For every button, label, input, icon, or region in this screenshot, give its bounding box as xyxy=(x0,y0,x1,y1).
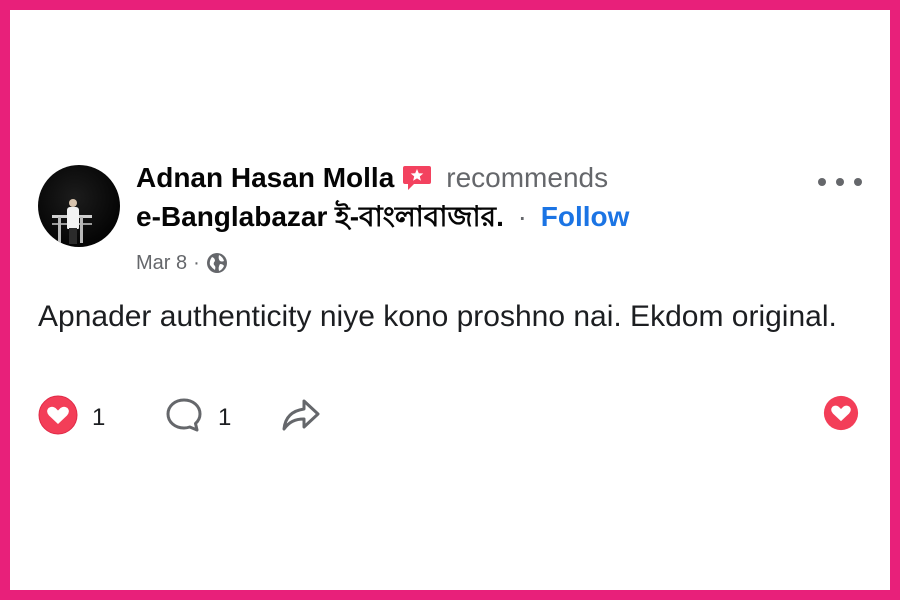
recommendation-badge-icon xyxy=(402,164,432,192)
share-button[interactable] xyxy=(280,395,322,440)
share-arrow-icon xyxy=(280,395,322,440)
meta-separator: · xyxy=(193,252,200,274)
react-button[interactable] xyxy=(823,395,859,436)
love-count: 1 xyxy=(92,403,106,431)
heart-icon xyxy=(38,395,78,440)
action-bar: 1 1 xyxy=(38,395,868,435)
love-reaction-button[interactable]: 1 xyxy=(38,395,105,440)
globe-icon xyxy=(206,252,228,274)
recommends-text: recommends xyxy=(446,162,609,193)
separator-dot: · xyxy=(517,201,527,232)
post-header: Adnan Hasan Molla recommends xyxy=(136,160,608,196)
follow-button[interactable]: Follow xyxy=(541,201,630,232)
page-name[interactable]: e-Banglabazar ই-বাংলাবাজার. xyxy=(136,201,504,232)
comment-bubble-icon xyxy=(164,395,204,440)
more-options-button[interactable] xyxy=(818,170,862,194)
post-date[interactable]: Mar 8 xyxy=(136,250,187,276)
post-text: Apnader authenticity niye kono proshno n… xyxy=(38,300,837,333)
author-name[interactable]: Adnan Hasan Molla xyxy=(136,160,394,196)
post-meta: Mar 8 · xyxy=(136,250,228,276)
heart-icon xyxy=(823,395,859,435)
recommendation-card: Adnan Hasan Molla recommends e-Banglabaz… xyxy=(10,10,890,590)
avatar[interactable] xyxy=(38,165,120,247)
comment-button[interactable]: 1 xyxy=(164,395,231,440)
comment-count: 1 xyxy=(218,403,232,431)
page-line: e-Banglabazar ই-বাংলাবাজার. · Follow xyxy=(136,199,629,235)
more-dots-icon xyxy=(818,178,826,186)
